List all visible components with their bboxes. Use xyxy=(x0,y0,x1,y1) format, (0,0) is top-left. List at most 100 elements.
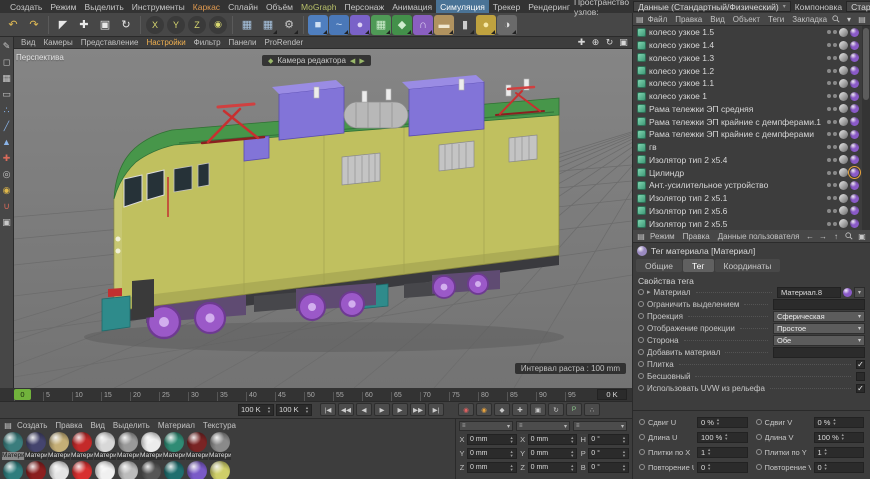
visibility-dot-render[interactable] xyxy=(833,171,837,175)
viewport-menu-item[interactable]: Панели xyxy=(225,38,261,47)
material-swatch[interactable]: Матери... xyxy=(186,432,208,460)
spin-down-icon[interactable]: ▼ xyxy=(570,454,574,458)
menubar-item[interactable]: Объём xyxy=(262,0,297,13)
viewport-menu-item[interactable]: Фильтр xyxy=(190,38,225,47)
undo-icon[interactable]: ↶ xyxy=(3,15,23,35)
material-swatch[interactable]: Матери... xyxy=(2,461,24,479)
lock-x-button[interactable]: X xyxy=(146,16,164,34)
timeline-ruler[interactable]: 05101520253035404550556065707580859095 0… xyxy=(0,388,632,402)
visibility-dot-render[interactable] xyxy=(833,132,837,136)
dropdown[interactable]: Обе▾ xyxy=(773,335,865,346)
animation-dot[interactable] xyxy=(638,301,644,307)
viewport-menu-item[interactable]: Вид xyxy=(17,38,39,47)
workplane-mode-icon[interactable]: ▭ xyxy=(1,88,13,100)
add-subdivision-button[interactable]: ● xyxy=(350,15,370,35)
select-tool-icon[interactable]: ◤ xyxy=(53,15,73,35)
visibility-dot-editor[interactable] xyxy=(827,222,831,226)
visibility-dot-render[interactable] xyxy=(833,69,837,73)
visibility-dot-render[interactable] xyxy=(833,120,837,124)
scrollbar-thumb[interactable] xyxy=(863,28,869,100)
material-tag-icon[interactable] xyxy=(850,104,859,113)
spin-down-icon[interactable]: ▼ xyxy=(824,467,828,471)
object-row[interactable]: колесо узкое 1.4 xyxy=(633,39,870,52)
visibility-dot-editor[interactable] xyxy=(827,171,831,175)
spinner-arrows[interactable]: ▲▼ xyxy=(510,450,514,458)
tab-Общие[interactable]: Общие xyxy=(636,259,682,272)
visibility-dot-editor[interactable] xyxy=(827,209,831,213)
uv-field[interactable]: 0 %▲▼ xyxy=(697,417,748,428)
snap-icon[interactable]: ◉ xyxy=(1,184,13,196)
animation-dot[interactable] xyxy=(638,349,644,355)
uv-field[interactable]: 1▲▼ xyxy=(814,447,865,458)
menubar-item[interactable]: Симуляция xyxy=(436,0,489,13)
am-menu-item[interactable]: Правка xyxy=(679,232,714,241)
spinner-arrows[interactable]: ▲▼ xyxy=(622,450,626,458)
spin-down-icon[interactable]: ▼ xyxy=(622,454,626,458)
animation-dot[interactable] xyxy=(639,464,645,470)
spinner-arrows[interactable]: ▲▼ xyxy=(841,433,845,441)
material-tag-icon[interactable] xyxy=(850,117,859,126)
visibility-dot-render[interactable] xyxy=(833,30,837,34)
frame-range-field[interactable]: 100 K▲▼ xyxy=(276,404,312,416)
make-editable-icon[interactable]: ✎ xyxy=(1,40,13,52)
record-keyframe-button[interactable]: ◉ xyxy=(458,403,474,416)
camera-prev-icon[interactable]: ◀ xyxy=(350,57,355,65)
material-tag-icon[interactable] xyxy=(850,53,859,62)
object-row[interactable]: Цилиндр xyxy=(633,166,870,179)
menubar-item[interactable]: Режим xyxy=(46,0,80,13)
visibility-dot-render[interactable] xyxy=(833,107,837,111)
material-swatch[interactable]: Матери... xyxy=(140,461,162,479)
coordinate-field[interactable]: 0 °▲▼ xyxy=(588,434,629,445)
object-row[interactable]: колесо узкое 1.2 xyxy=(633,64,870,77)
spin-down-icon[interactable]: ▼ xyxy=(510,454,514,458)
phong-tag-icon[interactable] xyxy=(839,53,848,62)
animation-dot[interactable] xyxy=(638,313,644,319)
uv-field[interactable]: 100 %▲▼ xyxy=(814,432,865,443)
material-swatch[interactable]: Матери... xyxy=(48,461,70,479)
mm-menu-item[interactable]: Выделить xyxy=(109,421,154,430)
next-frame-button[interactable]: ▶ xyxy=(392,403,408,416)
material-tag-icon[interactable] xyxy=(850,181,859,190)
spinner-arrows[interactable]: ▲▼ xyxy=(707,463,711,471)
text-field[interactable] xyxy=(773,347,865,358)
uv-field[interactable]: 0▲▼ xyxy=(697,462,748,473)
material-swatch[interactable]: Матери... xyxy=(71,432,93,460)
coordinate-field[interactable]: 0 mm▲▼ xyxy=(467,448,517,459)
uv-field[interactable]: 0 %▲▼ xyxy=(814,417,865,428)
spinner-arrows[interactable]: ▲▼ xyxy=(510,464,514,472)
visibility-dot-render[interactable] xyxy=(833,209,837,213)
next-key-button[interactable]: ▶▶ xyxy=(410,403,426,416)
spin-down-icon[interactable]: ▼ xyxy=(570,440,574,444)
menubar-item[interactable]: Каркас xyxy=(189,0,224,13)
phong-tag-icon[interactable] xyxy=(839,194,848,203)
spinner-arrows[interactable]: ▲▼ xyxy=(707,448,711,456)
spinner-arrows[interactable]: ▲▼ xyxy=(267,406,271,414)
timeline-playhead[interactable]: 0 xyxy=(14,389,31,400)
animation-dot[interactable] xyxy=(639,434,645,440)
record-scale-button[interactable]: ▣ xyxy=(530,403,546,416)
coordinate-field[interactable]: 0 mm▲▼ xyxy=(467,434,517,445)
spin-down-icon[interactable]: ▼ xyxy=(724,437,728,441)
material-swatch[interactable]: Матери... xyxy=(186,461,208,479)
current-frame-field[interactable]: 0 K xyxy=(597,389,627,400)
object-row[interactable]: Рама тележки ЭП средняя xyxy=(633,103,870,116)
viewport-menu-item[interactable]: Настройки xyxy=(142,38,189,47)
phong-tag-icon[interactable] xyxy=(839,206,848,215)
material-swatch[interactable]: Матери... xyxy=(71,461,93,479)
object-row[interactable]: Изолятор тип 2 x5.5 xyxy=(633,217,870,230)
visibility-dot-editor[interactable] xyxy=(827,94,831,98)
object-row[interactable]: Рама тележки ЭП крайние с демпферами.1 xyxy=(633,115,870,128)
visibility-dot-editor[interactable] xyxy=(827,120,831,124)
zoom-view-icon[interactable]: ⊕ xyxy=(590,37,601,48)
material-swatch[interactable]: Матери... xyxy=(48,432,70,460)
material-swatch[interactable]: Матери... xyxy=(2,432,24,460)
checkbox[interactable]: ✓ xyxy=(856,360,865,369)
object-row[interactable]: Изолятор тип 2 x5.6 xyxy=(633,205,870,218)
animation-dot[interactable] xyxy=(639,449,645,455)
material-swatch[interactable]: Матери... xyxy=(163,461,185,479)
axis-mode-icon[interactable]: ✚ xyxy=(1,152,13,164)
visibility-dot-render[interactable] xyxy=(833,43,837,47)
tab-Координаты[interactable]: Координаты xyxy=(715,259,781,272)
goto-end-button[interactable]: ▶| xyxy=(428,403,444,416)
texture-mode-icon[interactable]: ▦ xyxy=(1,72,13,84)
